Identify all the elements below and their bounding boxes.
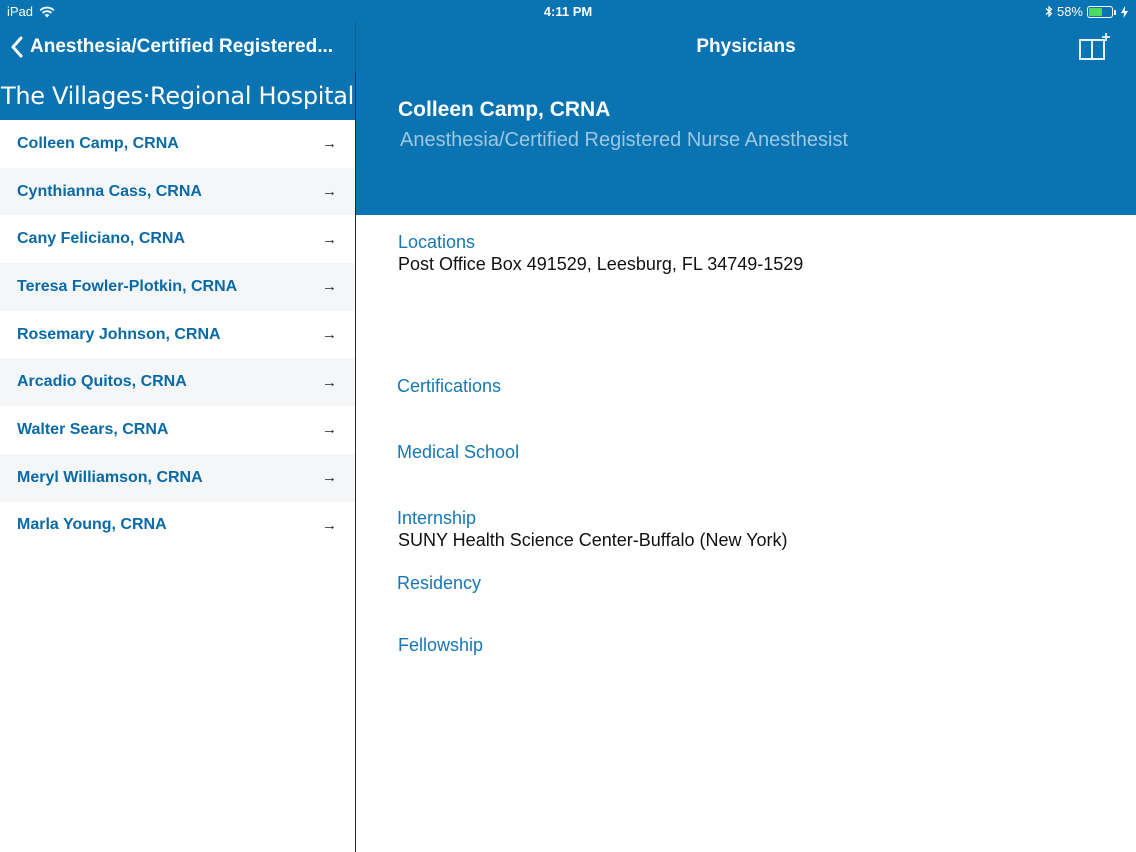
chevron-left-icon (11, 36, 23, 58)
physician-detail: Colleen Camp, CRNA Anesthesia/Certified … (356, 72, 1136, 852)
certifications-label: Certifications (397, 376, 502, 396)
arrow-right-icon: → (322, 278, 337, 296)
detail-header: Colleen Camp, CRNA Anesthesia/Certified … (356, 72, 1136, 215)
page-title: Physicians (696, 36, 796, 57)
sidebar: The Villages·Regional Hospital Colleen C… (0, 72, 355, 852)
residency-section: Residency (397, 573, 481, 594)
list-item[interactable]: Colleen Camp, CRNA → (0, 120, 355, 168)
bluetooth-icon (1045, 5, 1053, 18)
arrow-right-icon: → (322, 373, 337, 391)
medical-school-section: Medical School (397, 442, 519, 463)
medical-school-label: Medical School (397, 442, 520, 462)
arrow-right-icon: → (322, 516, 337, 534)
list-item[interactable]: Meryl Williamson, CRNA → (0, 453, 355, 502)
physician-name: Teresa Fowler-Plotkin, CRNA (17, 277, 238, 295)
internship-section: Internship SUNY Health Science Center-Bu… (397, 508, 788, 551)
list-item[interactable]: Arcadio Quitos, CRNA → (0, 358, 355, 407)
physician-name: Walter Sears, CRNA (17, 420, 169, 438)
arrow-right-icon: → (322, 326, 337, 344)
list-item[interactable]: Marla Young, CRNA → (0, 502, 355, 550)
status-bar: iPad 4:11 PM 58% (0, 0, 1136, 22)
residency-label: Residency (397, 573, 482, 593)
list-item[interactable]: Cynthianna Cass, CRNA → (0, 167, 355, 216)
physician-detail-name: Colleen Camp, CRNA (398, 98, 611, 121)
internship-value: SUNY Health Science Center-Buffalo (New … (398, 530, 788, 550)
locations-section: Locations Post Office Box 491529, Leesbu… (398, 232, 803, 275)
fellowship-section: Fellowship (398, 635, 483, 656)
battery-percent: 58% (1056, 4, 1083, 19)
fellowship-label: Fellowship (398, 635, 484, 655)
wifi-icon (39, 6, 55, 17)
physician-name: Arcadio Quitos, CRNA (17, 373, 187, 391)
physician-name: Meryl Williamson, CRNA (17, 468, 203, 486)
charging-icon (1121, 5, 1128, 18)
physician-name: Colleen Camp, CRNA (17, 134, 179, 152)
arrow-right-icon: → (322, 421, 337, 439)
arrow-right-icon: → (322, 183, 337, 201)
physician-name: Marla Young, CRNA (17, 516, 167, 534)
device-label: iPad (7, 4, 34, 19)
physician-name: Cany Feliciano, CRNA (17, 230, 186, 248)
sidebar-nav: Anesthesia/Certified Registered... (0, 22, 355, 72)
certifications-section: Certifications (397, 376, 501, 397)
battery-icon (1087, 5, 1116, 18)
list-item[interactable]: Walter Sears, CRNA → (0, 406, 355, 454)
physician-specialty: Anesthesia/Certified Registered Nurse An… (400, 129, 849, 151)
add-bookmark-icon[interactable] (1078, 32, 1110, 62)
top-bar: iPad 4:11 PM 58% Anesthesia/Certified Re… (0, 0, 1136, 72)
physician-name: Rosemary Johnson, CRNA (17, 325, 221, 343)
locations-label: Locations (398, 232, 476, 252)
arrow-right-icon: → (322, 135, 337, 153)
back-button-label: Anesthesia/Certified Registered... (30, 36, 334, 57)
status-time: 4:11 PM (543, 4, 593, 19)
locations-value[interactable]: Post Office Box 491529, Leesburg, FL 347… (398, 254, 803, 275)
arrow-right-icon: → (322, 230, 337, 248)
physician-name: Cynthianna Cass, CRNA (17, 182, 202, 200)
hospital-logo: The Villages·Regional Hospital (0, 72, 355, 120)
list-item[interactable]: Teresa Fowler-Plotkin, CRNA → (0, 263, 355, 311)
back-button[interactable]: Anesthesia/Certified Registered... (0, 36, 333, 58)
battery-fill (1089, 7, 1102, 16)
arrow-right-icon: → (322, 469, 337, 487)
list-item[interactable]: Rosemary Johnson, CRNA → (0, 311, 355, 359)
list-item[interactable]: Cany Feliciano, CRNA → (0, 215, 355, 263)
internship-label: Internship (397, 508, 477, 528)
physician-list: Colleen Camp, CRNA → Cynthianna Cass, CRN… (0, 120, 355, 549)
